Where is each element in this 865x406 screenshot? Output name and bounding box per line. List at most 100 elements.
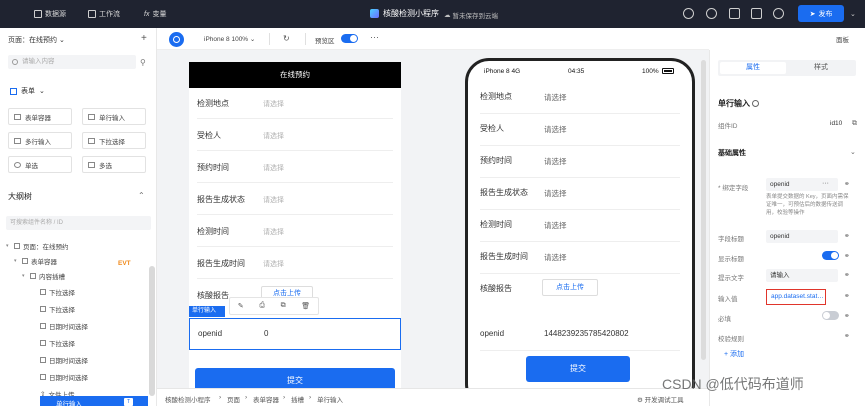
help-icon[interactable] (683, 8, 694, 19)
info-icon[interactable] (752, 100, 759, 108)
page-icon (14, 242, 20, 249)
delete-icon[interactable]: 🗑 (301, 302, 310, 310)
copy-icon[interactable]: ⧉ (281, 302, 286, 310)
section-form: 表单 ⌄ (10, 86, 45, 96)
comp-dropdown[interactable]: 下拉选择 (82, 132, 146, 149)
form-row[interactable]: 报告生成时间 请选择 (197, 248, 393, 279)
canvas-area: 在线预约 检测地点 请选择 受检人 请选择 预约时间 请选择 报告生成状态 请选择 检测… (157, 50, 709, 388)
database-icon (34, 10, 42, 18)
link-icon[interactable]: ⚭ (844, 292, 850, 300)
comp-multi-input[interactable]: 多行输入 (8, 132, 72, 149)
outline-scrollbar[interactable] (149, 266, 155, 396)
dropdown-icon (40, 288, 46, 295)
outline-collapse-icon[interactable]: ⌃ (138, 191, 145, 200)
comp-radio[interactable]: 单选 (8, 156, 72, 173)
tree-item[interactable]: ▾ 页面：在线预约 (6, 239, 69, 252)
show-title-toggle[interactable] (822, 251, 839, 260)
dropdown-icon (40, 305, 46, 312)
radio-icon (14, 161, 21, 168)
input-value-binding[interactable]: app.dataset.stat… (766, 289, 826, 305)
breadcrumb-item[interactable]: 插槽 (291, 394, 304, 404)
phone-form-row[interactable]: 检测地点 请选择 (480, 83, 680, 114)
copy-icon[interactable]: ⧉ (852, 120, 857, 128)
input-icon (88, 113, 95, 120)
form-row[interactable]: 检测地点 请选择 (197, 88, 393, 119)
chevron-down-icon[interactable]: ⌄ (850, 10, 856, 18)
more-icon[interactable]: ··· (822, 180, 829, 187)
phone-form-row[interactable]: 受检人 请选择 (480, 115, 680, 146)
comp-form-container[interactable]: 表单容器 (8, 108, 72, 125)
breadcrumb-item[interactable]: 核酸检测小程序 (165, 394, 211, 404)
tab-style[interactable]: 样式 (788, 62, 854, 74)
tree-item[interactable]: 下拉选择 (40, 302, 75, 315)
component-search-input[interactable]: 请输入内容 (8, 55, 136, 69)
tree-selected-label: 单行输入 (56, 401, 82, 406)
left-panel: 页面：在线预约 ⌄ + 请输入内容 ⚲ 表单 ⌄ 表单容器 单行输入 多行输入 … (0, 28, 157, 406)
save-status: ☁ 暂未保存到云端 (444, 12, 498, 20)
panel-label[interactable]: 面板 (836, 34, 849, 44)
tree-item[interactable]: 日期时间选择 (40, 319, 88, 332)
refresh-icon[interactable]: ↻ (283, 34, 290, 43)
breadcrumb-item[interactable]: 单行输入 (317, 394, 343, 404)
tree-item[interactable]: 下拉选择 (40, 336, 75, 349)
link-icon[interactable]: ⚭ (844, 312, 850, 320)
form-editor-page: 在线预约 检测地点 请选择 受检人 请选择 预约时间 请选择 报告生成状态 请选择 检测… (189, 62, 401, 388)
tab-properties[interactable]: 属性 (720, 62, 786, 74)
filter-icon[interactable]: ⚲ (140, 58, 146, 67)
breadcrumb-item[interactable]: 页面 (227, 394, 240, 404)
add-rule-button[interactable]: + 添加 (724, 349, 744, 359)
nav-datasource[interactable]: 数据源 (34, 9, 66, 19)
required-toggle[interactable] (822, 311, 839, 320)
device-selector[interactable]: iPhone 8 100% ⌄ (204, 35, 255, 43)
outline-search-input[interactable]: 可搜索组件名称 / ID (6, 216, 151, 230)
tree-item[interactable]: ▾ 表单容器 (14, 254, 57, 267)
selected-openid-input[interactable]: openid 0 (189, 318, 401, 350)
phone-form-row[interactable]: 预约时间 请选择 (480, 147, 680, 178)
form-row[interactable]: 受检人 请选择 (197, 120, 393, 151)
link-icon[interactable]: ⚭ (844, 332, 850, 340)
form-row[interactable]: 检测时间 请选择 (197, 216, 393, 247)
history-icon[interactable] (706, 8, 717, 19)
save-template-icon[interactable]: ⎙ (259, 302, 265, 310)
form-row[interactable]: 预约时间 请选择 (197, 152, 393, 183)
tree-item[interactable]: 日期时间选择 (40, 370, 88, 383)
phone-upload-button[interactable]: 点击上传 (542, 279, 598, 296)
nav-variables[interactable]: fx 变量 (144, 9, 166, 19)
tree-item[interactable]: 下拉选择 (40, 285, 75, 298)
link-icon[interactable]: ⚭ (844, 252, 850, 260)
phone-form-row-upload: 核酸报告 点击上传 (480, 275, 680, 306)
dev-tools-button[interactable]: ⚙ 开发调试工具 (637, 394, 684, 404)
breadcrumb-item[interactable]: 表单容器 (253, 394, 279, 404)
nav-workflow[interactable]: 工作流 (88, 9, 120, 19)
canvas-scrollbar[interactable] (701, 60, 706, 360)
form-row[interactable]: 报告生成状态 请选择 (197, 184, 393, 215)
chevron-down-icon[interactable]: ⌄ (850, 148, 856, 156)
field-title-input[interactable]: openid (766, 230, 838, 243)
preview-icon[interactable] (729, 8, 740, 19)
compass-icon[interactable] (169, 32, 184, 47)
preview-toggle[interactable] (341, 34, 358, 43)
page-selector[interactable]: 页面：在线预约 ⌄ (8, 35, 65, 45)
tree-item[interactable]: 日期时间选择 (40, 353, 88, 366)
phone-form-row[interactable]: 检测时间 请选择 (480, 211, 680, 242)
submit-button[interactable]: 提交 (195, 368, 395, 388)
publish-button[interactable]: ➤ 发布 (798, 5, 844, 22)
link-icon[interactable]: ⚭ (844, 180, 850, 188)
edit-icon[interactable]: ✎ (238, 302, 244, 310)
input-value-label: 输入值 (718, 296, 738, 303)
phone-openid-row[interactable]: openid 1448239235785420802 (480, 319, 680, 351)
phone-submit-button[interactable]: 提交 (526, 356, 630, 382)
link-icon[interactable]: ⚭ (844, 232, 850, 240)
placeholder-input[interactable]: 请输入 (766, 269, 838, 282)
datetime-icon (40, 356, 46, 363)
comp-single-input[interactable]: 单行输入 (82, 108, 146, 125)
link-icon[interactable]: ⚭ (844, 271, 850, 279)
comp-checkbox[interactable]: 多选 (82, 156, 146, 173)
settings-icon[interactable] (773, 8, 784, 19)
more-icon[interactable]: ··· (370, 32, 379, 42)
phone-form-row[interactable]: 报告生成状态 请选择 (480, 179, 680, 210)
phone-form-row[interactable]: 报告生成时间 请选择 (480, 243, 680, 274)
tree-item[interactable]: ▾ 内容插槽 (22, 269, 65, 282)
add-page-button[interactable]: + (141, 33, 147, 44)
save-icon[interactable] (751, 8, 762, 19)
